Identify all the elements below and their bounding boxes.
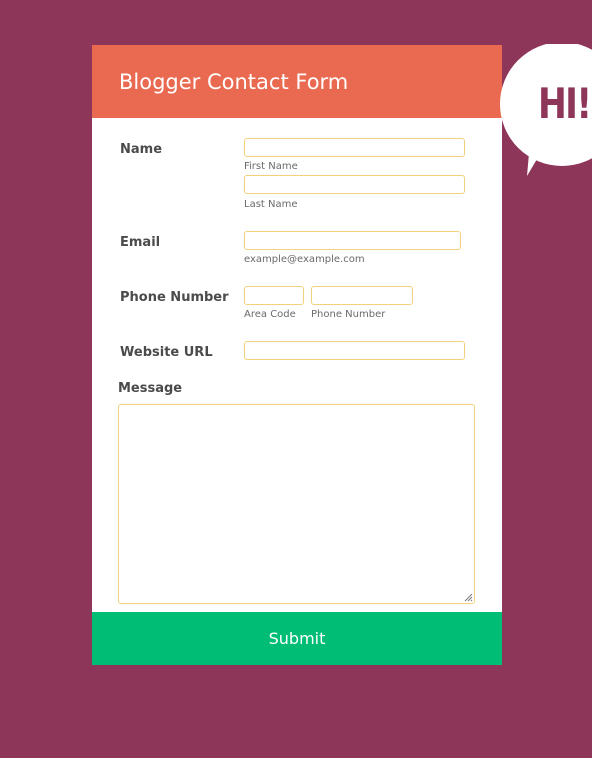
- area-code-input[interactable]: [244, 286, 304, 305]
- website-label: Website URL: [120, 345, 213, 360]
- name-label: Name: [120, 142, 163, 157]
- last-name-input[interactable]: [244, 175, 465, 194]
- form-header: Blogger Contact Form: [92, 45, 502, 118]
- website-url-input[interactable]: [244, 341, 465, 360]
- first-name-input[interactable]: [244, 138, 465, 157]
- contact-form-card: Blogger Contact Form Name First Name Las…: [92, 45, 502, 665]
- form-title: Blogger Contact Form: [119, 70, 349, 94]
- email-caption: example@example.com: [244, 254, 365, 265]
- last-name-caption: Last Name: [244, 199, 298, 210]
- email-label: Email: [120, 235, 161, 250]
- area-code-caption: Area Code: [244, 309, 296, 320]
- message-label: Message: [118, 381, 183, 396]
- email-input[interactable]: [244, 231, 461, 250]
- phone-number-input[interactable]: [311, 286, 413, 305]
- resize-handle-icon[interactable]: [464, 593, 473, 602]
- first-name-caption: First Name: [244, 161, 298, 172]
- hi-badge-text: HI!: [538, 79, 592, 128]
- message-textarea[interactable]: [118, 404, 475, 604]
- phone-number-caption: Phone Number: [311, 309, 386, 320]
- phone-label: Phone Number: [120, 290, 229, 305]
- submit-button[interactable]: Submit: [92, 612, 502, 665]
